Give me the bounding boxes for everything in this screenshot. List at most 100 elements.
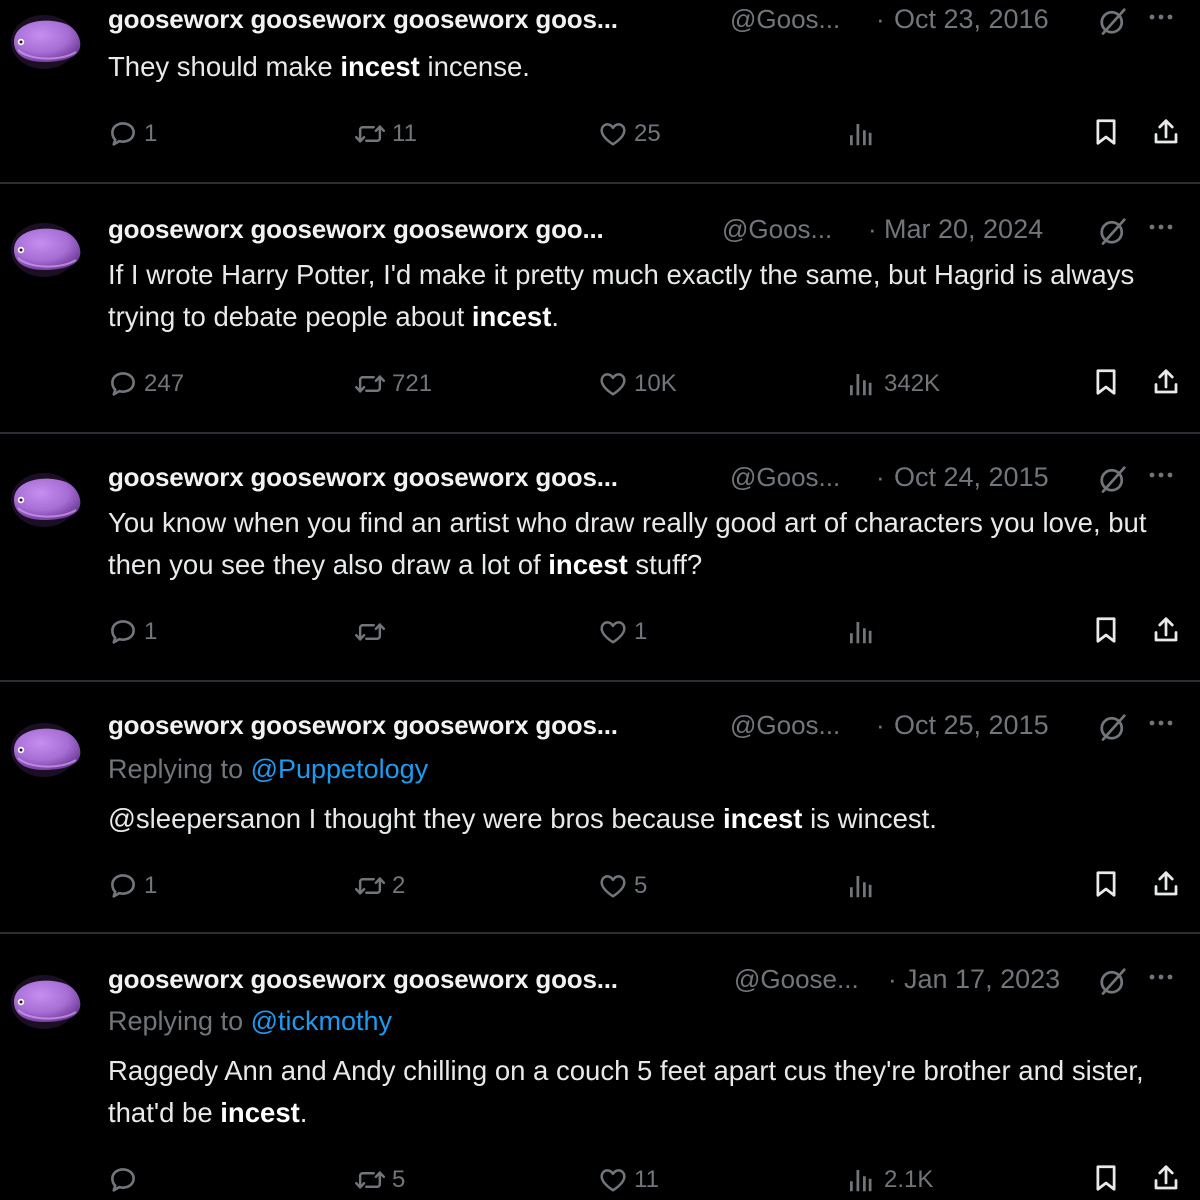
bookmark-button[interactable] <box>1090 114 1122 154</box>
highlighted-keyword: incest <box>220 1097 300 1128</box>
tweet[interactable]: gooseworx gooseworx gooseworx goos... @G… <box>0 0 1200 184</box>
display-name[interactable]: gooseworx gooseworx gooseworx goo... <box>108 214 604 245</box>
reply-mention-link[interactable]: @Puppetology <box>251 754 429 784</box>
separator-dot: · <box>876 710 885 740</box>
grok-icon[interactable] <box>1098 966 1128 996</box>
bookmark-button[interactable] <box>1090 612 1122 652</box>
reply-button[interactable]: 1 <box>108 114 157 154</box>
view-count: 2.1K <box>884 1166 934 1193</box>
tweet-date[interactable]: Oct 25, 2015 <box>894 710 1049 741</box>
avatar[interactable] <box>4 216 86 282</box>
tweet[interactable]: gooseworx gooseworx gooseworx goos... @G… <box>0 946 1200 1200</box>
tweet-divider <box>0 432 1200 434</box>
tweet-date[interactable]: Oct 24, 2015 <box>894 462 1049 493</box>
user-handle[interactable]: @Goos... <box>730 4 840 35</box>
tweet-text: They should make incest incense. <box>108 46 1188 88</box>
share-button[interactable] <box>1150 1160 1182 1200</box>
highlighted-keyword: incest <box>340 51 420 82</box>
user-handle[interactable]: @Goos... <box>730 710 840 741</box>
more-options-icon[interactable] <box>1144 212 1178 242</box>
tweet-text-part: . <box>299 1097 308 1128</box>
action-bar: 5 11 2.1K <box>0 1160 1200 1200</box>
tweet-date[interactable]: Mar 20, 2024 <box>884 214 1043 245</box>
share-icon <box>1151 1163 1181 1198</box>
repost-icon <box>354 1165 386 1195</box>
like-button[interactable]: 10K <box>598 364 677 404</box>
tweet-feed: gooseworx gooseworx gooseworx goos... @G… <box>0 0 1200 1200</box>
bookmark-button[interactable] <box>1090 866 1122 906</box>
reply-button[interactable]: 1 <box>108 612 157 652</box>
tweet[interactable]: gooseworx gooseworx gooseworx goos... @G… <box>0 444 1200 680</box>
repost-button[interactable]: 11 <box>354 114 417 154</box>
replying-to: Replying to @tickmothy <box>108 1006 392 1037</box>
tweet-text-part: @sleepersanon I thought they were bros b… <box>108 803 723 834</box>
user-handle[interactable]: @Goose... <box>734 964 859 995</box>
bookmark-icon <box>1093 117 1119 152</box>
heart-icon <box>598 871 628 901</box>
bookmark-button[interactable] <box>1090 364 1122 404</box>
tweet[interactable]: gooseworx gooseworx gooseworx goos... @G… <box>0 694 1200 932</box>
display-name[interactable]: gooseworx gooseworx gooseworx goos... <box>108 4 618 35</box>
share-button[interactable] <box>1150 364 1182 404</box>
avatar[interactable] <box>4 466 86 532</box>
heart-icon <box>598 1165 628 1195</box>
views-icon <box>846 369 874 399</box>
bookmark-button[interactable] <box>1090 1160 1122 1200</box>
reply-button[interactable]: 1 <box>108 866 157 906</box>
like-button[interactable]: 1 <box>598 612 647 652</box>
like-button[interactable]: 25 <box>598 114 661 154</box>
repost-button[interactable] <box>354 612 392 652</box>
like-button[interactable]: 11 <box>598 1160 659 1200</box>
views-icon <box>846 617 874 647</box>
reply-button[interactable] <box>108 1160 144 1200</box>
views-button[interactable] <box>846 114 884 154</box>
replying-to-label: Replying to <box>108 754 251 784</box>
display-name[interactable]: gooseworx gooseworx gooseworx goos... <box>108 710 618 741</box>
reply-count: 1 <box>144 120 158 147</box>
share-button[interactable] <box>1150 114 1182 154</box>
share-button[interactable] <box>1150 866 1182 906</box>
comment-icon <box>108 617 138 647</box>
highlighted-keyword: incest <box>722 803 803 834</box>
more-options-icon[interactable] <box>1144 708 1178 738</box>
like-count: 5 <box>634 872 648 899</box>
grok-icon[interactable] <box>1098 464 1128 494</box>
repost-button[interactable]: 721 <box>354 364 432 404</box>
tweet-text-part: They should make <box>108 51 341 82</box>
like-count: 11 <box>634 1166 659 1193</box>
user-handle[interactable]: @Goos... <box>730 462 840 493</box>
tweet-text-part: incense. <box>419 51 530 82</box>
more-options-icon[interactable] <box>1144 460 1178 490</box>
tweet[interactable]: gooseworx gooseworx gooseworx goo... @Go… <box>0 194 1200 432</box>
tweet-date[interactable]: Jan 17, 2023 <box>904 964 1060 995</box>
like-button[interactable]: 5 <box>598 866 647 906</box>
grok-icon[interactable] <box>1098 712 1128 742</box>
more-options-icon[interactable] <box>1144 2 1178 32</box>
display-name[interactable]: gooseworx gooseworx gooseworx goos... <box>108 964 618 995</box>
views-button[interactable] <box>846 612 884 652</box>
views-icon <box>846 1165 874 1195</box>
comment-icon <box>108 369 138 399</box>
tweet-text-part: stuff? <box>627 549 703 580</box>
avatar[interactable] <box>4 968 86 1034</box>
repost-count: 5 <box>392 1166 406 1193</box>
repost-button[interactable]: 5 <box>354 1160 405 1200</box>
reply-button[interactable]: 247 <box>108 364 184 404</box>
tweet-date[interactable]: Oct 23, 2016 <box>894 4 1049 35</box>
share-button[interactable] <box>1150 612 1182 652</box>
more-options-icon[interactable] <box>1144 962 1178 992</box>
reply-mention-link[interactable]: @tickmothy <box>251 1006 392 1036</box>
views-button[interactable]: 342K <box>846 364 940 404</box>
tweet-text-part: If I wrote Harry Potter, I'd make it pre… <box>108 259 1135 332</box>
avatar[interactable] <box>4 716 86 782</box>
grok-icon[interactable] <box>1098 6 1128 36</box>
repost-button[interactable]: 2 <box>354 866 405 906</box>
avatar[interactable] <box>4 8 86 74</box>
views-button[interactable] <box>846 866 884 906</box>
user-handle[interactable]: @Goos... <box>722 214 832 245</box>
share-icon <box>1151 117 1181 152</box>
display-name[interactable]: gooseworx gooseworx gooseworx goos... <box>108 462 618 493</box>
tweet-divider <box>0 932 1200 934</box>
views-button[interactable]: 2.1K <box>846 1160 933 1200</box>
grok-icon[interactable] <box>1098 216 1128 246</box>
